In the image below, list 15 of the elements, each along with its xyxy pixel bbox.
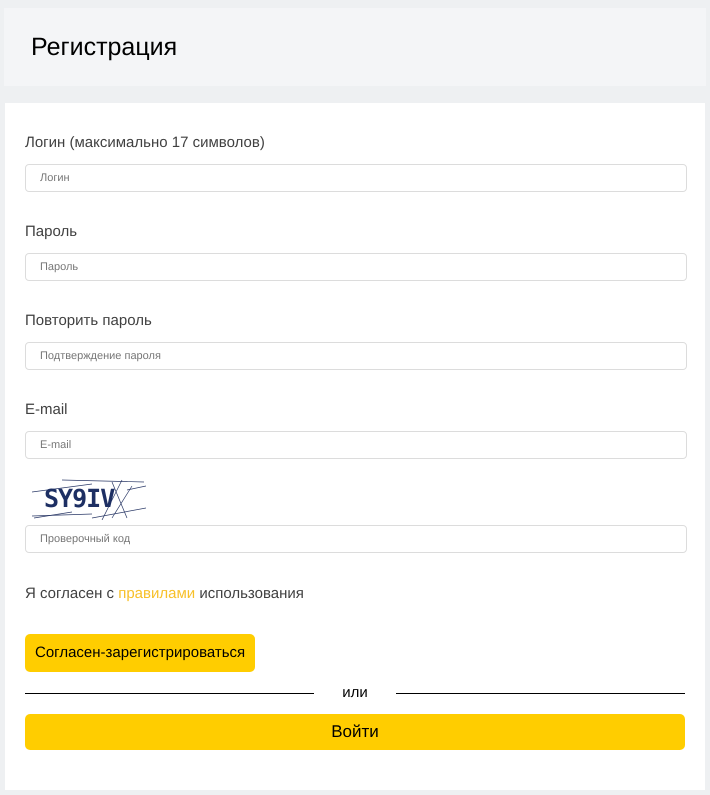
field-label: E-mail [25, 400, 68, 420]
field-label: Повторить пароль [25, 311, 152, 331]
page-title: Регистрация [31, 32, 178, 63]
divider-text: или [341, 683, 369, 703]
input-field[interactable]: Пароль [25, 253, 687, 281]
login-button[interactable]: Войти [25, 714, 685, 750]
captcha-code: SY9IV [44, 484, 114, 514]
register-button[interactable]: Согласен-зарегистрироваться [25, 634, 256, 672]
input-field[interactable]: E-mail [25, 431, 687, 459]
field-label: Пароль [25, 222, 78, 242]
input-field[interactable]: Подтверждение пароля [25, 342, 687, 370]
input-field[interactable]: Логин [25, 164, 687, 192]
captcha-field[interactable]: Проверочный код [25, 525, 687, 553]
agreement-text: Я согласен с правилами использования [25, 584, 304, 604]
field-label: Логин (максимально 17 символов) [25, 133, 265, 153]
